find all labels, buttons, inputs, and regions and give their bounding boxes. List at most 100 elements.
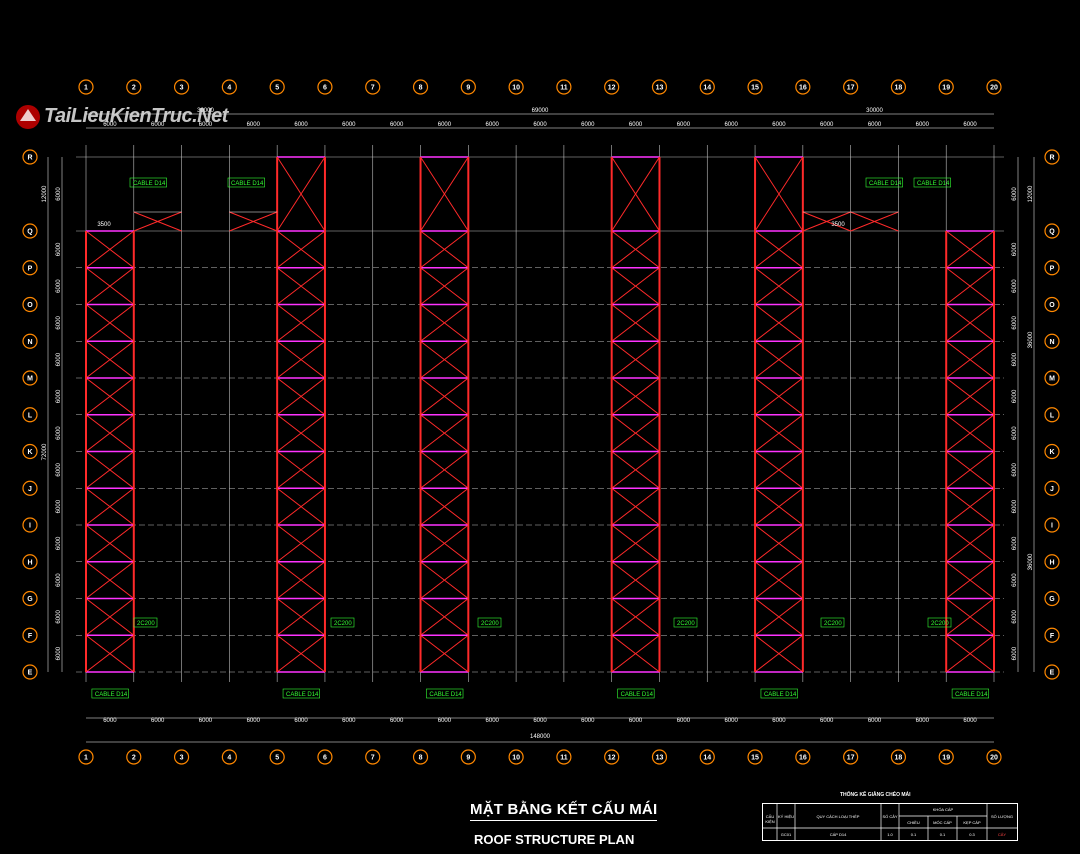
dim-right-segment: 6000 bbox=[1012, 279, 1018, 293]
cable-tag-top: CABLE D14 bbox=[917, 181, 950, 187]
dim-bottom-segment: 6000 bbox=[868, 718, 882, 724]
dim-top-segment: 6000 bbox=[820, 122, 834, 128]
dim-top-segment: 6000 bbox=[629, 122, 643, 128]
table-header-cable-lock: KHÓA CÁP bbox=[932, 807, 954, 812]
member-tag: 2C200 bbox=[481, 621, 499, 627]
dim-top-segment: 6000 bbox=[486, 122, 500, 128]
grid-bubble-top-20: 20 bbox=[990, 85, 998, 92]
grid-bubble-right-R: R bbox=[1049, 155, 1054, 162]
dim-left-segment: 6000 bbox=[56, 536, 62, 550]
grid-bubble-top-10: 10 bbox=[512, 85, 520, 92]
grid-bubble-top-5: 5 bbox=[275, 85, 279, 92]
grid-bubble-bottom-5: 5 bbox=[275, 755, 279, 762]
grid-bubble-right-E: E bbox=[1050, 670, 1055, 677]
grid-bubble-top-13: 13 bbox=[656, 85, 664, 92]
grid-bubble-right-F: F bbox=[1050, 633, 1055, 640]
grid-bubble-left-H: H bbox=[27, 559, 32, 566]
table-sub-hook: MÓC CÁP bbox=[933, 820, 952, 825]
grid-bubble-top-2: 2 bbox=[132, 85, 136, 92]
grid-bubble-bottom-10: 10 bbox=[512, 755, 520, 762]
drawing-subtitle: ROOF STRUCTURE PLAN bbox=[474, 832, 635, 847]
grid-bubble-right-M: M bbox=[1049, 376, 1055, 383]
dim-bottom-segment: 6000 bbox=[151, 718, 165, 724]
dim-right-segment: 6000 bbox=[1012, 610, 1018, 624]
grid-bubble-left-P: P bbox=[28, 265, 33, 272]
grid-bubble-top-6: 6 bbox=[323, 85, 327, 92]
dim-left-segment: 6000 bbox=[56, 499, 62, 513]
dim-right-segment: 6000 bbox=[1012, 573, 1018, 587]
table-header-qty: SỐ CÂY bbox=[882, 814, 898, 819]
dim-top-group: 69000 bbox=[532, 108, 549, 114]
table-sub-clamp: KẸP CÁP bbox=[963, 820, 981, 825]
grid-bubble-top-7: 7 bbox=[371, 85, 375, 92]
grid-bubble-bottom-11: 11 bbox=[560, 755, 568, 762]
dim-left-segment: 6000 bbox=[56, 187, 62, 201]
grid-bubble-bottom-6: 6 bbox=[323, 755, 327, 762]
grid-bubble-bottom-12: 12 bbox=[608, 755, 616, 762]
grid-bubble-left-L: L bbox=[28, 412, 33, 419]
dim-right-mid: 36000 bbox=[1028, 331, 1034, 348]
dim-left-segment: 6000 bbox=[56, 242, 62, 256]
grid-bubble-bottom-17: 17 bbox=[847, 755, 855, 762]
dim-right-segment: 6000 bbox=[1012, 463, 1018, 477]
grid-bubble-top-16: 16 bbox=[799, 85, 807, 92]
table-header-count: SỐ LƯỢNG bbox=[991, 814, 1013, 819]
grid-bubble-top-15: 15 bbox=[751, 85, 759, 92]
grid-bubble-right-L: L bbox=[1050, 412, 1055, 419]
grid-bubble-bottom-13: 13 bbox=[656, 755, 664, 762]
dim-bottom-segment: 6000 bbox=[629, 718, 643, 724]
dim-left-upper: 12000 bbox=[42, 185, 48, 202]
grid-bubble-bottom-4: 4 bbox=[227, 755, 231, 762]
dim-bottom-segment: 6000 bbox=[294, 718, 308, 724]
member-tag: 2C200 bbox=[334, 621, 352, 627]
dim-top-group: 30000 bbox=[866, 108, 883, 114]
grid-bubble-right-H: H bbox=[1049, 559, 1054, 566]
dim-bottom-segment: 6000 bbox=[533, 718, 547, 724]
grid-bubble-left-N: N bbox=[27, 339, 32, 346]
dim-top-segment: 6000 bbox=[677, 122, 691, 128]
dim-top-segment: 6000 bbox=[390, 122, 404, 128]
grid-bubble-right-Q: Q bbox=[1049, 229, 1055, 236]
grid-bubble-left-O: O bbox=[27, 302, 33, 309]
cable-tag-bottom: CABLE D14 bbox=[429, 692, 462, 698]
grid-bubble-left-M: M bbox=[27, 376, 33, 383]
dim-left-segment: 6000 bbox=[56, 610, 62, 624]
dim-top-segment: 6000 bbox=[724, 122, 738, 128]
grid-bubble-right-J: J bbox=[1050, 486, 1054, 493]
grid-bubble-right-N: N bbox=[1049, 339, 1054, 346]
dim-bottom-segment: 6000 bbox=[772, 718, 786, 724]
dim-bottom-segment: 6000 bbox=[820, 718, 834, 724]
grid-bubble-bottom-2: 2 bbox=[132, 755, 136, 762]
member-tag: 2C200 bbox=[137, 621, 155, 627]
table-header-spec: QUY CÁCH LOẠI THÉP bbox=[816, 814, 860, 819]
dim-bottom-segment: 6000 bbox=[103, 718, 117, 724]
logo-text: TaiLieuKienTruc.Net bbox=[44, 105, 228, 127]
cable-tag-bottom: CABLE D14 bbox=[621, 692, 654, 698]
dim-bottom-segment: 6000 bbox=[581, 718, 595, 724]
table-cell-count: CÂY bbox=[997, 832, 1007, 837]
dim-right-segment: 6000 bbox=[1012, 389, 1018, 403]
table-cell-mark: GC01 bbox=[780, 832, 792, 837]
grid-bubble-left-J: J bbox=[28, 486, 32, 493]
dim-bottom-segment: 6000 bbox=[247, 718, 261, 724]
grid-bubble-bottom-14: 14 bbox=[703, 755, 711, 762]
schedule-title: THỐNG KÊ GIẰNG CHÉO MÁI bbox=[840, 792, 911, 798]
dim-top-segment: 6000 bbox=[533, 122, 547, 128]
grid-bubble-bottom-15: 15 bbox=[751, 755, 759, 762]
dim-left-segment: 6000 bbox=[56, 316, 62, 330]
grid-bubble-right-O: O bbox=[1049, 302, 1055, 309]
watermark-logo: TaiLieuKienTruc.Net bbox=[14, 103, 264, 153]
grid-bubble-bottom-19: 19 bbox=[942, 755, 950, 762]
dim-bottom-segment: 6000 bbox=[963, 718, 977, 724]
grid-bubble-top-19: 19 bbox=[942, 85, 950, 92]
grid-bubble-top-14: 14 bbox=[703, 85, 711, 92]
grid-bubble-top-11: 11 bbox=[560, 85, 568, 92]
dim-left-segment: 6000 bbox=[56, 279, 62, 293]
table-cell-hook: 0.1 bbox=[939, 832, 946, 837]
cable-tag-bottom: CABLE D14 bbox=[286, 692, 319, 698]
cable-tag-bottom: CABLE D14 bbox=[95, 692, 128, 698]
dim-left-segment: 6000 bbox=[56, 646, 62, 660]
dimension-lines: 6000 6000 6000 6000 6000 6000 6000 6000 6000 6000… bbox=[42, 108, 1035, 743]
grid-bubble-right-G: G bbox=[1049, 596, 1055, 603]
grid-bubble-top-17: 17 bbox=[847, 85, 855, 92]
